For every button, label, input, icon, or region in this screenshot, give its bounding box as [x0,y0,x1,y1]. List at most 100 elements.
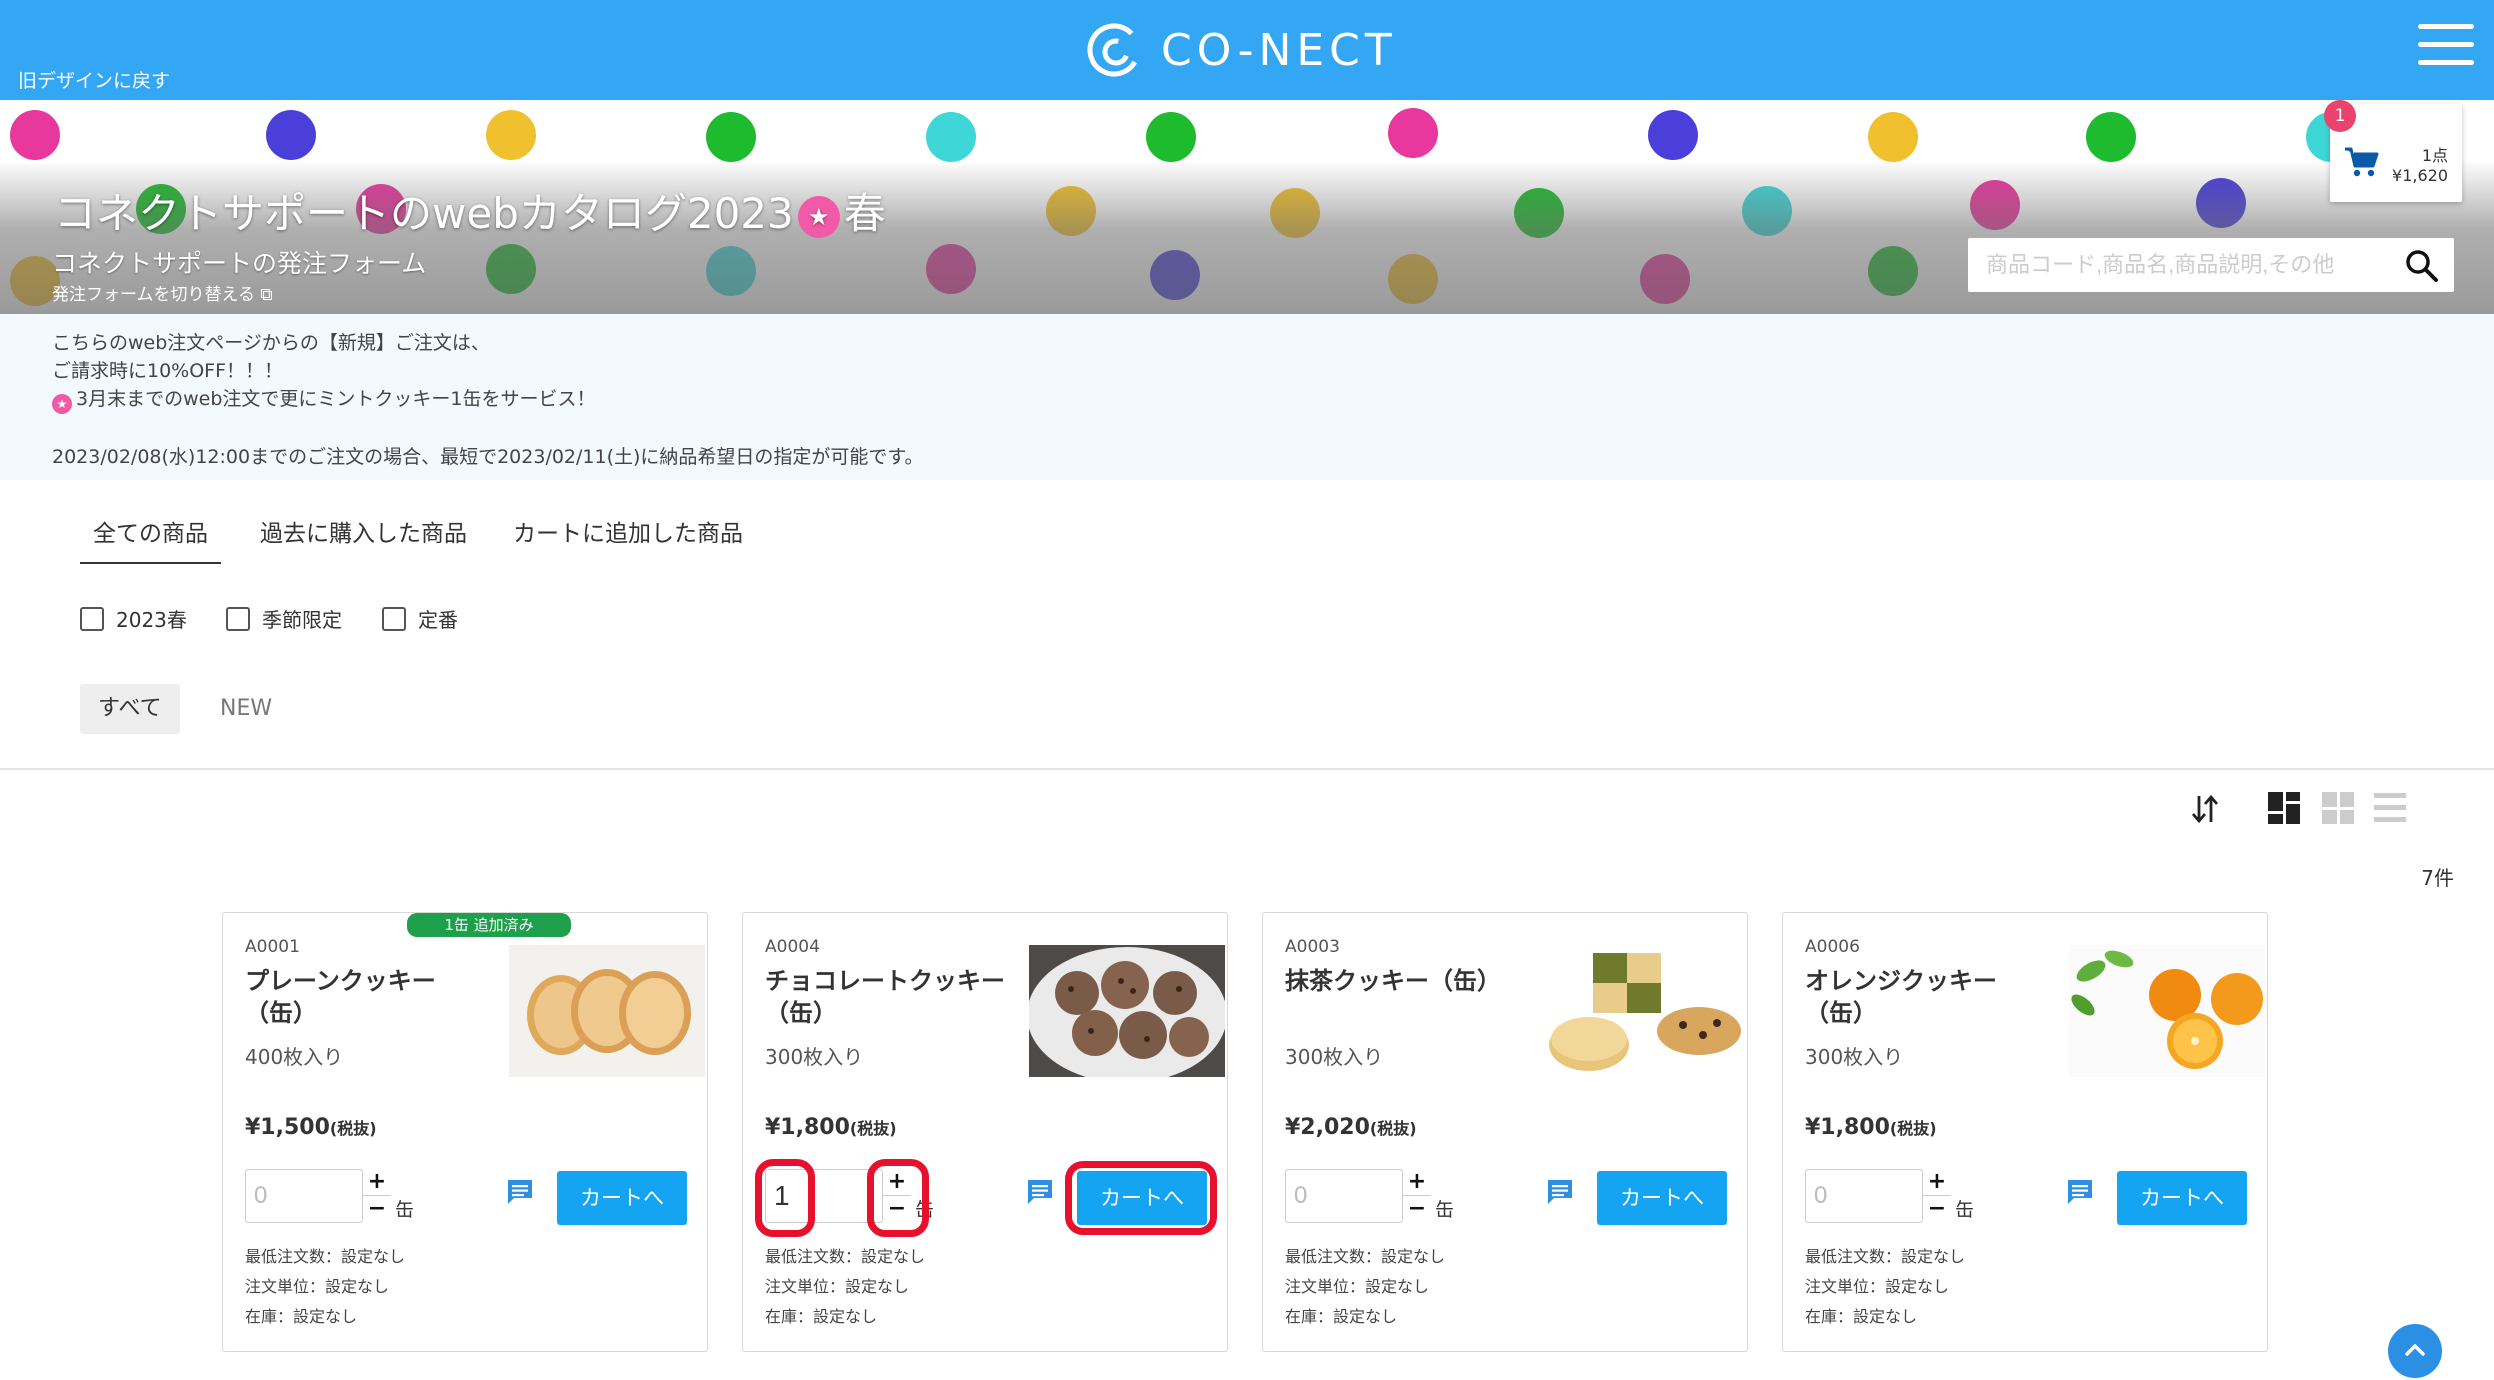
divider [0,768,2494,770]
tab-cart-products[interactable]: カートに追加した商品 [500,514,756,562]
quantity-plus-button[interactable]: + [883,1169,911,1196]
order-unit-info: 注文単位：設定なし [1805,1277,1950,1296]
filter-standard[interactable]: 定番 [382,604,458,633]
tab-all-products[interactable]: 全ての商品 [80,514,221,564]
tax-label: (税抜) [849,1119,897,1138]
checkbox[interactable] [226,606,250,631]
quantity-unit: 缶 [1955,1199,1975,1221]
tab-purchased-products[interactable]: 過去に購入した商品 [247,514,480,562]
quantity-unit: 缶 [1435,1199,1455,1221]
result-count: 7件 [2421,866,2454,890]
add-to-cart-button[interactable]: カートへ [557,1171,687,1225]
grid-view-icon[interactable] [2320,790,2356,826]
cart-badge: 1 [2324,100,2356,132]
product-price: ¥1,800(税抜) [1805,1115,1937,1140]
search-input[interactable] [1986,238,2386,292]
sort-icon[interactable] [2190,792,2220,826]
product-name[interactable]: プレーンクッキー（缶） [245,965,495,1029]
price-value: ¥2,020 [1285,1115,1370,1140]
checkbox[interactable] [382,606,406,631]
switch-form-link[interactable]: 発注フォームを切り替える ⧉ [52,280,273,305]
quantity-input[interactable]: 0 [1805,1169,1923,1223]
comment-icon[interactable] [1025,1177,1055,1207]
product-price: ¥1,500(税抜) [245,1115,377,1140]
filter-label: 季節限定 [262,608,342,632]
notice-line-3: ★ 3月末までのweb注文で更にミントクッキー1缶をサービス！ [52,384,595,414]
product-code: A0001 [245,937,300,957]
order-unit-info: 注文単位：設定なし [1285,1277,1430,1296]
category-new-chip[interactable]: NEW [202,684,290,734]
decorative-dot [1648,110,1698,160]
quantity-minus-button[interactable]: − [883,1196,911,1223]
order-unit-info: 注文単位：設定なし [245,1277,390,1296]
switch-form-label: 発注フォームを切り替える [52,285,255,305]
list-view-icon[interactable] [2372,790,2408,826]
tax-label: (税抜) [1369,1119,1417,1138]
external-link-icon: ⧉ [254,285,273,305]
checkbox[interactable] [80,606,104,631]
category-all-chip[interactable]: すべて [80,684,180,734]
order-unit-info: 注文単位：設定なし [765,1277,910,1296]
add-to-cart-button[interactable]: カートへ [2117,1171,2247,1225]
quantity-plus-button[interactable]: + [1403,1169,1431,1196]
plain-cookie-image[interactable] [509,945,705,1077]
stock-info: 在庫：設定なし [1805,1307,1918,1326]
decorative-dot [706,112,756,162]
search-icon[interactable] [2404,248,2440,284]
tax-label: (税抜) [329,1119,377,1138]
quantity-minus-button[interactable]: − [363,1196,391,1223]
chocolate-cookie-image[interactable] [1029,945,1225,1077]
comment-icon[interactable] [2065,1177,2095,1207]
product-card: A0006 オレンジクッキー（缶） 300枚入り ¥1,800(税抜) 0 + … [1782,912,2268,1352]
comment-icon[interactable] [505,1177,535,1207]
tax-label: (税抜) [1889,1119,1937,1138]
quantity-plus-button[interactable]: + [363,1169,391,1196]
product-name[interactable]: オレンジクッキー（缶） [1805,965,2055,1029]
decorative-dot [2086,112,2136,162]
product-name[interactable]: チョコレートクッキー（缶） [765,965,1015,1029]
product-card: 1缶 追加済み A0001 プレーンクッキー（缶） 400枚入り ¥1,500(… [222,912,708,1352]
quantity-unit: 缶 [395,1199,415,1221]
page: 旧デザインに戻す CO-NECT コネクトサポートのwebカタログ2023 ★ … [0,0,2494,1380]
logo[interactable]: CO-NECT [1085,14,1397,86]
added-to-cart-badge: 1缶 追加済み [407,913,571,937]
top-bar: 旧デザインに戻す CO-NECT [0,0,2494,100]
scroll-to-top-button[interactable] [2388,1324,2442,1378]
quantity-plus-button[interactable]: + [1923,1169,1951,1196]
cart-icon [2345,147,2379,177]
min-order-info: 最低注文数：設定なし [765,1247,926,1266]
filter-label: 定番 [418,608,458,632]
price-value: ¥1,800 [765,1115,850,1140]
add-to-cart-button[interactable]: カートへ [1597,1171,1727,1225]
old-design-link[interactable]: 旧デザインに戻す [18,66,170,93]
quantity-minus-button[interactable]: − [1403,1196,1431,1223]
quantity-input[interactable]: 1 [765,1169,883,1223]
orange-image[interactable] [2069,945,2265,1077]
product-description: 300枚入り [1805,1045,1904,1069]
quantity-minus-button[interactable]: − [1923,1196,1951,1223]
filter-2023-spring[interactable]: 2023春 [80,604,187,633]
cart-widget[interactable]: 1 1点 ¥1,620 [2324,100,2462,202]
product-code: A0003 [1285,937,1340,957]
comment-icon[interactable] [1545,1177,1575,1207]
product-code: A0004 [765,937,820,957]
card-view-icon[interactable] [2266,790,2302,826]
matcha-cookie-image[interactable] [1549,945,1745,1077]
stock-info: 在庫：設定なし [765,1307,878,1326]
quantity-input[interactable]: 0 [1285,1169,1403,1223]
hamburger-menu-icon[interactable] [2418,22,2474,68]
add-to-cart-button[interactable]: カートへ [1077,1171,1207,1225]
filter-seasonal[interactable]: 季節限定 [226,604,342,633]
product-name[interactable]: 抹茶クッキー（缶） [1285,965,1535,997]
quantity-unit: 缶 [915,1199,935,1221]
logo-text: CO-NECT [1161,24,1397,76]
chevron-up-icon [2405,1344,2425,1356]
product-description: 300枚入り [765,1045,864,1069]
min-order-info: 最低注文数：設定なし [245,1247,406,1266]
product-price: ¥1,800(税抜) [765,1115,897,1140]
quantity-input[interactable]: 0 [245,1169,363,1223]
product-code: A0006 [1805,937,1860,957]
catalog-title: コネクトサポートのwebカタログ2023 ★ 春 [54,180,886,241]
notice-line-3-text: 3月末までのweb注文で更にミントクッキー1缶をサービス！ [76,388,596,410]
catalog-title-season: 春 [843,189,886,238]
